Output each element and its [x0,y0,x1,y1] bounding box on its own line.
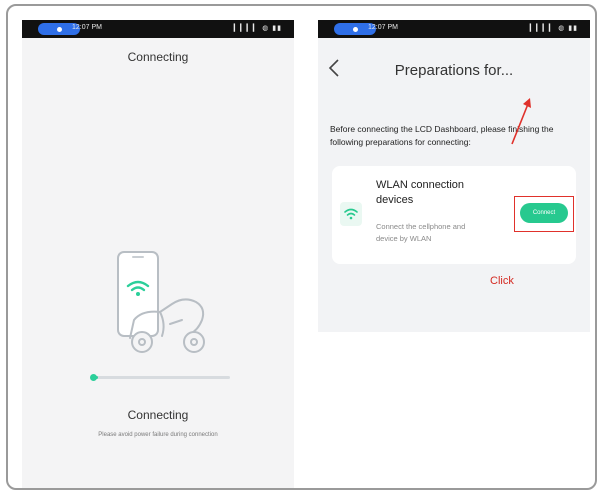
signal-battery-icons: ▎▎▎▎ ◍ ▮▮ [529,25,578,32]
power-warning-hint: Please avoid power failure during connec… [98,432,218,438]
status-time: 12:07 PM [72,24,102,31]
page-title: Connecting [127,50,189,64]
wifi-icon-box [340,202,362,226]
status-time: 12:07 PM [368,24,398,31]
progress-indicator [90,374,97,381]
location-icon [56,26,62,32]
wifi-icon [344,208,358,220]
card-title: WLAN connection devices [376,179,465,206]
click-annotation-label: Click [490,275,514,287]
connection-progress-bar [90,374,230,381]
page-title: Preparations for... [394,62,514,79]
connecting-status: Connecting [127,408,189,422]
status-bar: 12:07 PM ▎▎▎▎ ◍ ▮▮ [22,20,294,38]
annotation-arrow-icon [511,98,531,145]
wlan-preparation-card: WLAN connection devices Connect the cell… [332,166,576,264]
phone-motorcycle-illustration [117,251,205,353]
intro-text: Before connecting the LCD Dashboard, ple… [330,124,554,147]
connecting-screen: 12:07 PM ▎▎▎▎ ◍ ▮▮ Connecting Connecting… [22,20,294,488]
card-description: Connect the cellphone and device by WLAN [376,222,466,243]
signal-battery-icons: ▎▎▎▎ ◍ ▮▮ [233,25,282,32]
connect-button[interactable]: Connect [520,203,568,223]
preparations-screen: 12:07 PM ▎▎▎▎ ◍ ▮▮ Preparations for... B… [318,20,590,332]
status-bar: 12:07 PM ▎▎▎▎ ◍ ▮▮ [318,20,590,38]
location-icon [352,26,358,32]
